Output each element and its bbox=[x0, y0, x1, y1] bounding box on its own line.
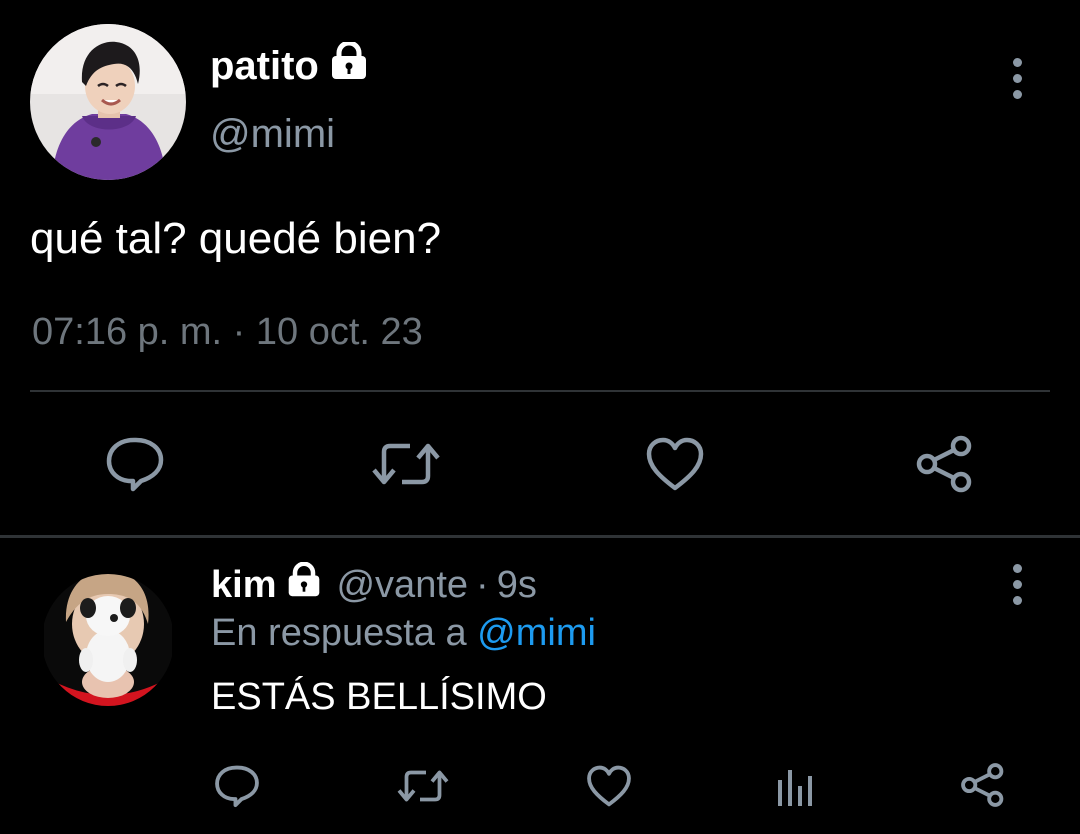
lock-icon bbox=[286, 561, 322, 608]
reply-age[interactable]: 9s bbox=[497, 564, 537, 607]
main-tweet-avatar[interactable] bbox=[30, 24, 186, 180]
reply-author-name[interactable]: kim bbox=[211, 564, 276, 607]
retweet-icon[interactable] bbox=[370, 436, 442, 492]
share-icon[interactable] bbox=[915, 434, 975, 494]
like-icon[interactable] bbox=[645, 436, 705, 492]
replying-to-line: En respuesta a @mimi bbox=[211, 612, 596, 655]
share-icon[interactable] bbox=[960, 762, 1006, 808]
avatar-photo bbox=[44, 574, 172, 706]
main-tweet-author[interactable]: patito bbox=[210, 40, 369, 90]
reply-author-handle[interactable]: @vante bbox=[336, 564, 468, 607]
reply-text: ESTÁS BELLÍSIMO bbox=[211, 676, 547, 718]
reply-header: kim @vante · 9s bbox=[211, 561, 537, 608]
reply-icon[interactable] bbox=[105, 436, 165, 492]
divider bbox=[30, 390, 1050, 392]
author-name[interactable]: patito bbox=[210, 44, 319, 89]
main-tweet-handle[interactable]: @mimi bbox=[210, 112, 335, 157]
lock-icon bbox=[329, 40, 369, 90]
tweet-timestamp[interactable]: 07:16 p. m. · 10 oct. 23 bbox=[32, 311, 423, 354]
section-divider bbox=[0, 535, 1080, 538]
reply-icon[interactable] bbox=[214, 764, 260, 808]
reply-dot-separator: · bbox=[476, 563, 489, 606]
replying-to-mention[interactable]: @mimi bbox=[477, 612, 596, 654]
more-options-icon[interactable] bbox=[1012, 564, 1022, 605]
analytics-icon[interactable] bbox=[776, 764, 816, 808]
replying-prefix: En respuesta a bbox=[211, 612, 467, 654]
avatar-photo bbox=[30, 24, 186, 180]
reply-avatar[interactable] bbox=[44, 564, 172, 710]
tweet-text: qué tal? quedé bien? bbox=[30, 214, 442, 263]
retweet-icon[interactable] bbox=[396, 764, 450, 808]
more-options-icon[interactable] bbox=[1012, 58, 1022, 99]
like-icon[interactable] bbox=[586, 764, 632, 808]
